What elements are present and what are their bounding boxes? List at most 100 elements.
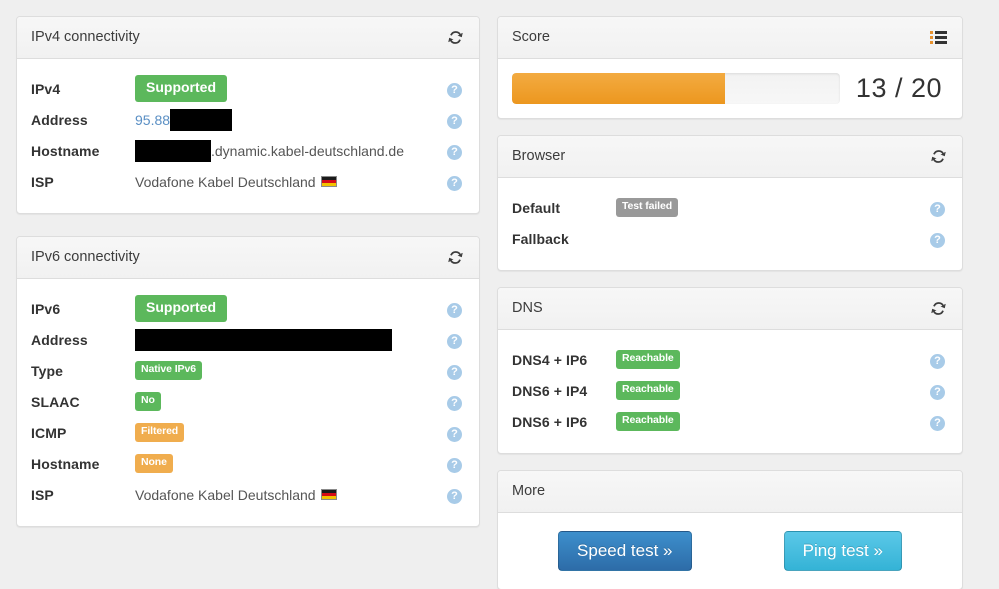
- score-progress-bar: [512, 73, 726, 104]
- row-label: ICMP: [31, 424, 67, 441]
- panel-body: Default Test failed ? Fallback ?: [498, 178, 962, 270]
- refresh-icon[interactable]: [445, 28, 465, 48]
- row-label: IPv6: [31, 300, 61, 317]
- panel-more: More Speed test » Ping test »: [497, 470, 963, 589]
- panel-title: IPv6 connectivity: [31, 249, 140, 266]
- address-prefix: 95.88: [135, 111, 171, 128]
- row-hostname: Hostname None ?: [31, 448, 465, 479]
- row-help: ?: [447, 300, 465, 318]
- page-root: IPv4 connectivity IPv4 Supported ? Addre…: [0, 0, 999, 589]
- row-help: ?: [447, 142, 465, 160]
- row-label: Fallback: [512, 230, 569, 247]
- row-help: ?: [930, 351, 948, 369]
- status-badge: Filtered: [135, 423, 185, 442]
- panel-header: Score: [498, 17, 962, 59]
- status-badge: No: [135, 392, 161, 411]
- hostname-suffix: .dynamic.kabel-deutschland.de: [211, 142, 405, 159]
- row-slaac: SLAAC No ?: [31, 386, 465, 417]
- right-column: Score 13 / 20 Browser Default Test faile…: [497, 16, 963, 589]
- help-icon[interactable]: ?: [447, 175, 462, 191]
- row-label: DNS4 + IP6: [512, 351, 588, 368]
- row-icmp: ICMP Filtered ?: [31, 417, 465, 448]
- row-value: .dynamic.kabel-deutschland.de: [135, 139, 439, 162]
- help-icon[interactable]: ?: [930, 201, 945, 217]
- row-value: Supported: [135, 295, 439, 322]
- row-hostname: Hostname .dynamic.kabel-deutschland.de ?: [31, 135, 465, 166]
- panel-header: DNS: [498, 288, 962, 330]
- refresh-icon[interactable]: [928, 147, 948, 167]
- help-icon[interactable]: ?: [447, 395, 462, 411]
- row-value: Reachable: [616, 350, 922, 369]
- refresh-icon[interactable]: [928, 299, 948, 319]
- status-badge: Native IPv6: [135, 361, 202, 380]
- row-value: No: [135, 392, 439, 411]
- speed-test-button[interactable]: Speed test »: [558, 531, 692, 571]
- score-value-text: 13 / 20: [855, 73, 942, 103]
- panel-score: Score 13 / 20: [497, 16, 963, 119]
- help-icon[interactable]: ?: [930, 353, 945, 369]
- help-icon[interactable]: ?: [930, 415, 945, 431]
- row-isp: ISP Vodafone Kabel Deutschland ?: [31, 166, 465, 197]
- panel-title: IPv4 connectivity: [31, 29, 140, 46]
- row-value: Test failed: [616, 198, 922, 217]
- row-value: 95.88: [135, 108, 439, 131]
- status-badge: Supported: [135, 295, 227, 322]
- help-icon[interactable]: ?: [447, 364, 462, 380]
- help-icon[interactable]: ?: [447, 82, 462, 98]
- row-label: DNS6 + IP6: [512, 413, 588, 430]
- row-help: ?: [447, 424, 465, 442]
- help-icon[interactable]: ?: [447, 144, 462, 160]
- isp-name: Vodafone Kabel Deutschland: [135, 173, 316, 190]
- row-help: ?: [930, 413, 948, 431]
- row-label: Type: [31, 362, 64, 379]
- help-icon[interactable]: ?: [447, 457, 462, 473]
- row-address: Address 95.88 ?: [31, 104, 465, 135]
- row-address: Address ?: [31, 324, 465, 355]
- ping-test-button[interactable]: Ping test »: [783, 531, 902, 571]
- list-icon[interactable]: [928, 28, 948, 48]
- row-label: ISP: [31, 486, 54, 503]
- row-value: Reachable: [616, 381, 922, 400]
- help-icon[interactable]: ?: [447, 333, 462, 349]
- row-dns6-ip6: DNS6 + IP6 Reachable ?: [512, 406, 948, 437]
- row-label: ISP: [31, 173, 54, 190]
- help-icon[interactable]: ?: [447, 488, 462, 504]
- row-help: ?: [447, 362, 465, 380]
- panel-title: Score: [512, 29, 550, 46]
- row-help: ?: [930, 199, 948, 217]
- row-help: ?: [447, 393, 465, 411]
- help-icon[interactable]: ?: [447, 426, 462, 442]
- panel-ipv6-connectivity: IPv6 connectivity IPv6 Supported ? Addre…: [16, 236, 480, 527]
- left-column: IPv4 connectivity IPv4 Supported ? Addre…: [16, 16, 480, 527]
- help-icon[interactable]: ?: [930, 384, 945, 400]
- row-label: IPv4: [31, 80, 61, 97]
- panel-browser: Browser Default Test failed ? Fallback ?: [497, 135, 963, 271]
- row-value: Filtered: [135, 423, 439, 442]
- row-ipv6: IPv6 Supported ?: [31, 293, 465, 324]
- panel-body: IPv6 Supported ? Address ? Type Native I…: [17, 279, 479, 526]
- row-help: ?: [447, 173, 465, 191]
- score-progress-track: [512, 73, 840, 104]
- row-value: Vodafone Kabel Deutschland: [135, 487, 439, 503]
- row-dns6-ip4: DNS6 + IP4 Reachable ?: [512, 375, 948, 406]
- de-flag-icon: [320, 176, 337, 187]
- panel-title: More: [512, 483, 546, 500]
- row-label: SLAAC: [31, 393, 80, 410]
- help-icon[interactable]: ?: [447, 302, 462, 318]
- row-dns4-ip6: DNS4 + IP6 Reachable ?: [512, 344, 948, 375]
- row-help: ?: [930, 382, 948, 400]
- panel-header: Browser: [498, 136, 962, 178]
- help-icon[interactable]: ?: [447, 113, 462, 129]
- panel-title: DNS: [512, 300, 543, 317]
- isp-name: Vodafone Kabel Deutschland: [135, 486, 316, 503]
- row-label: DNS6 + IP4: [512, 382, 588, 399]
- row-help: ?: [447, 331, 465, 349]
- redaction-bar: [135, 139, 211, 162]
- row-label: Hostname: [31, 455, 100, 472]
- panel-body: DNS4 + IP6 Reachable ? DNS6 + IP4 Reacha…: [498, 330, 962, 453]
- row-value: Native IPv6: [135, 361, 439, 380]
- panel-body: Speed test » Ping test »: [498, 513, 962, 589]
- row-label: Address: [31, 111, 88, 128]
- help-icon[interactable]: ?: [930, 232, 945, 248]
- refresh-icon[interactable]: [445, 248, 465, 268]
